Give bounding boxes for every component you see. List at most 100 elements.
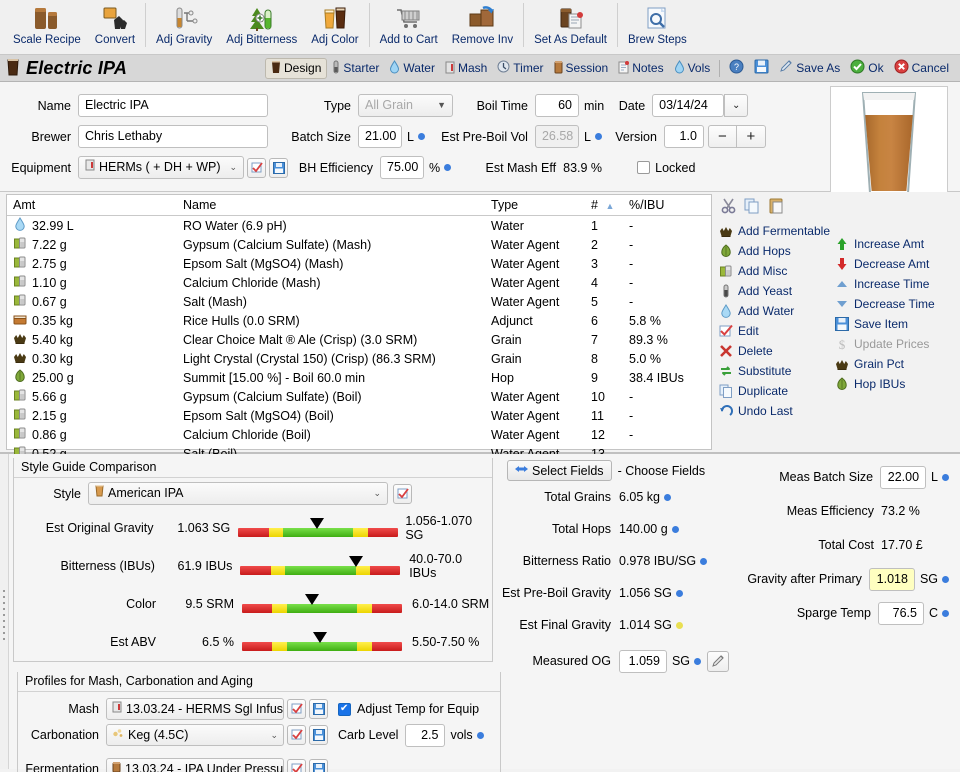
type-select[interactable]: All Grain ▼: [358, 94, 453, 117]
action-add-water[interactable]: Add Water: [718, 301, 830, 321]
mash-save-button[interactable]: [309, 699, 328, 719]
toolbar-button-remove-inv[interactable]: Remove Inv: [445, 0, 520, 53]
tab-mash[interactable]: Mash: [440, 58, 492, 79]
locked-checkbox[interactable]: [637, 161, 650, 174]
carbonation-select[interactable]: Keg (4.5C) ⌄: [106, 724, 284, 746]
table-row[interactable]: 0.30 kgLight Crystal (Crystal 150) (Cris…: [7, 349, 711, 368]
toolbar-button-add-to-cart[interactable]: Add to Cart: [373, 0, 445, 53]
style-edit-button[interactable]: [393, 484, 412, 504]
column-header-type[interactable]: Type: [485, 195, 585, 216]
measured-og-pick-button[interactable]: [707, 651, 729, 672]
action-undo-last[interactable]: Undo Last: [718, 401, 830, 421]
mash-edit-button[interactable]: [287, 699, 306, 719]
action-increase-amt[interactable]: Increase Amt: [834, 234, 952, 254]
table-row[interactable]: 1.10 gCalcium Chloride (Mash)Water Agent…: [7, 273, 711, 292]
ingredients-table[interactable]: Amt Name Type # ▲ %/IBU 32.99 LRO Water …: [6, 194, 712, 450]
equipment-select[interactable]: HERMs ( + DH + WP) ⌄: [78, 156, 244, 179]
meas-batch-size-input[interactable]: 22.00: [880, 466, 926, 489]
save-button[interactable]: [749, 57, 774, 79]
gravity-after-primary-label: Gravity after Primary: [747, 572, 869, 586]
action-update-prices[interactable]: $Update Prices: [834, 334, 952, 354]
paste-icon[interactable]: [768, 197, 785, 217]
table-row[interactable]: 5.40 kgClear Choice Malt ® Ale (Crisp) (…: [7, 330, 711, 349]
table-row[interactable]: 0.35 kgRice Hulls (0.0 SRM)Adjunct65.8 %: [7, 311, 711, 330]
table-row[interactable]: 0.86 gCalcium Chloride (Boil)Water Agent…: [7, 425, 711, 444]
carbonation-save-button[interactable]: [309, 725, 328, 745]
name-input[interactable]: Electric IPA: [78, 94, 268, 117]
toolbar-button-brew-steps[interactable]: Brew Steps: [621, 0, 694, 53]
cut-icon[interactable]: [720, 197, 737, 217]
table-row[interactable]: 7.22 gGypsum (Calcium Sulfate) (Mash)Wat…: [7, 235, 711, 254]
column-header-name[interactable]: Name: [177, 195, 485, 216]
action-delete[interactable]: Delete: [718, 341, 830, 361]
table-row[interactable]: 0.67 gSalt (Mash)Water Agent5-: [7, 292, 711, 311]
tab-timer[interactable]: Timer: [492, 58, 548, 78]
column-header-number[interactable]: # ▲: [585, 195, 623, 216]
version-decrease-button[interactable]: −: [708, 125, 737, 148]
table-row[interactable]: 2.15 gEpsom Salt (MgSO4) (Boil)Water Age…: [7, 406, 711, 425]
action-add-yeast[interactable]: Add Yeast: [718, 281, 830, 301]
brewer-input[interactable]: Chris Lethaby: [78, 125, 268, 148]
sparge-temp-input[interactable]: 76.5: [878, 602, 924, 625]
table-row[interactable]: 25.00 gSummit [15.00 %] - Boil 60.0 minH…: [7, 368, 711, 387]
tab-vols[interactable]: Vols: [669, 58, 716, 79]
adjust-temp-checkbox[interactable]: [338, 703, 351, 716]
action-edit[interactable]: Edit: [718, 321, 830, 341]
panel-splitter[interactable]: [0, 454, 9, 769]
equipment-save-button[interactable]: [269, 158, 288, 178]
equipment-tun-icon: [85, 157, 95, 178]
equipment-edit-button[interactable]: [247, 158, 266, 178]
column-header-pct-ibu[interactable]: %/IBU: [623, 195, 711, 216]
action-add-hops[interactable]: Add Hops: [718, 241, 830, 261]
tab-starter[interactable]: Starter: [327, 58, 384, 79]
carbonation-label: Carbonation: [18, 728, 106, 742]
ok-button[interactable]: Ok: [845, 57, 888, 79]
action-hop-ibus[interactable]: Hop IBUs: [834, 374, 952, 394]
action-substitute[interactable]: Substitute: [718, 361, 830, 381]
table-row[interactable]: 5.66 gGypsum (Calcium Sulfate) (Boil)Wat…: [7, 387, 711, 406]
toolbar-button-adj-bitterness[interactable]: Adj Bitterness: [219, 0, 304, 53]
toolbar-button-adj-color[interactable]: Adj Color: [304, 0, 365, 53]
toolbar-button-adj-gravity[interactable]: Adj Gravity: [149, 0, 219, 53]
column-header-amt[interactable]: Amt: [7, 195, 177, 216]
carbonation-edit-button[interactable]: [287, 725, 306, 745]
tab-session[interactable]: Session: [549, 58, 614, 79]
tab-water[interactable]: Water: [384, 58, 440, 79]
bh-efficiency-input[interactable]: 75.00: [380, 156, 424, 179]
help-button[interactable]: ?: [724, 57, 749, 79]
action-add-misc[interactable]: Add Misc: [718, 261, 830, 281]
action-grain-pct[interactable]: Grain Pct: [834, 354, 952, 374]
fermentation-select[interactable]: 13.03.24 - IPA Under Pressu: [106, 758, 284, 772]
copy-icon[interactable]: [744, 197, 761, 217]
action-increase-time[interactable]: Increase Time: [834, 274, 952, 294]
version-input[interactable]: 1.0: [664, 125, 704, 148]
table-row[interactable]: 32.99 LRO Water (6.9 pH)Water1-: [7, 216, 711, 236]
select-fields-button[interactable]: Select Fields: [507, 460, 612, 481]
batch-size-input[interactable]: 21.00: [358, 125, 402, 148]
toolbar-button-convert[interactable]: Convert: [88, 0, 142, 53]
save-as-button[interactable]: Save As: [774, 58, 845, 79]
toolbar-button-set-as-default[interactable]: Set As Default: [527, 0, 614, 53]
action-decrease-amt[interactable]: Decrease Amt: [834, 254, 952, 274]
action-save-item[interactable]: Save Item: [834, 314, 952, 334]
mash-profile-select[interactable]: 13.03.24 - HERMS Sgl Infusi: [106, 698, 284, 720]
date-input[interactable]: 03/14/24: [652, 94, 724, 117]
action-decrease-time[interactable]: Decrease Time: [834, 294, 952, 314]
fermentation-edit-button[interactable]: [287, 759, 306, 772]
tab-design[interactable]: Design: [265, 58, 327, 79]
boil-time-input[interactable]: 60: [535, 94, 579, 117]
toolbar-button-scale-recipe[interactable]: Scale Recipe: [6, 0, 88, 53]
fermentation-save-button[interactable]: [309, 759, 328, 772]
action-add-fermentable[interactable]: Add Fermentable: [718, 221, 830, 241]
measured-og-input[interactable]: 1.059: [619, 650, 667, 673]
tab-notes[interactable]: Notes: [613, 58, 668, 79]
cancel-button[interactable]: Cancel: [889, 57, 954, 79]
date-dropdown-button[interactable]: ⌄: [724, 94, 748, 117]
carb-level-input[interactable]: 2.5: [405, 724, 445, 747]
style-select[interactable]: American IPA ⌄: [88, 482, 388, 505]
version-increase-button[interactable]: +: [737, 125, 766, 148]
table-row[interactable]: 2.75 gEpsom Salt (MgSO4) (Mash)Water Age…: [7, 254, 711, 273]
locked-checkbox-group[interactable]: Locked: [637, 161, 695, 175]
action-duplicate[interactable]: Duplicate: [718, 381, 830, 401]
gravity-after-primary-input[interactable]: 1.018: [869, 568, 915, 591]
